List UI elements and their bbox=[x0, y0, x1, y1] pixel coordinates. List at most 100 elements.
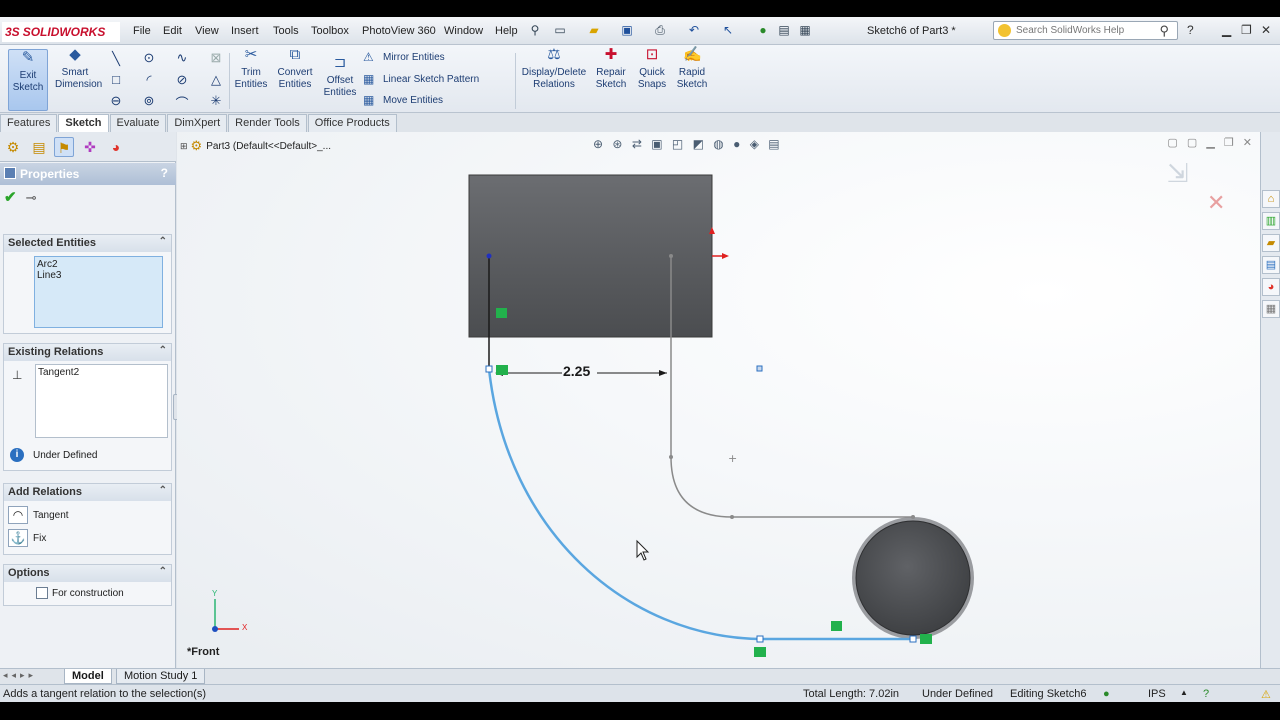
sketch-point-icon[interactable]: ✳ bbox=[207, 93, 225, 109]
pushpin-icon[interactable]: ⊸ bbox=[26, 190, 37, 205]
properties-help-button[interactable]: ? bbox=[161, 166, 168, 180]
sketch-point-selected[interactable] bbox=[756, 635, 764, 643]
offset-entities-button[interactable]: ⊐ Offset Entities bbox=[321, 55, 359, 99]
sketch-point[interactable] bbox=[486, 253, 492, 259]
selected-entities-header[interactable]: Selected Entities ⌃ bbox=[4, 235, 171, 252]
selected-entities-list[interactable]: Arc2 Line3 bbox=[34, 256, 163, 328]
open-folder-icon[interactable]: ▰ bbox=[586, 23, 602, 39]
construction-grid-icon[interactable]: ⊠ bbox=[207, 50, 225, 66]
sketch-point[interactable] bbox=[669, 455, 673, 459]
repair-sketch-button[interactable]: ✚ Repair Sketch bbox=[593, 47, 629, 91]
menu-file[interactable]: File bbox=[133, 25, 151, 37]
slot-tool-icon[interactable]: ⊖ bbox=[107, 93, 125, 109]
confirmation-ok-icon[interactable]: ⇲ bbox=[1167, 159, 1189, 189]
options-icon[interactable]: ▦ bbox=[797, 23, 813, 39]
custom-properties-icon[interactable]: ▦ bbox=[1262, 300, 1280, 318]
units-dropdown-icon[interactable]: ▲ bbox=[1180, 688, 1188, 697]
graphics-area[interactable]: ⊞ ⚙ Part3 (Default<<Default>_... ⊕ ⊛ ⇄ ▣… bbox=[177, 132, 1260, 668]
for-construction-option[interactable]: For construction bbox=[36, 587, 124, 599]
display-delete-relations-button[interactable]: ⚖ Display/Delete Relations bbox=[519, 47, 589, 91]
rebuild-status-icon[interactable]: ● bbox=[1103, 688, 1110, 700]
solid-disc-body[interactable] bbox=[855, 520, 971, 636]
fillet-tool-icon[interactable]: ⌒ bbox=[173, 93, 191, 112]
tab-model[interactable]: Model bbox=[64, 669, 112, 684]
tab-render-tools[interactable]: Render Tools bbox=[228, 114, 307, 132]
dimension-value[interactable]: 2.25 bbox=[563, 363, 590, 379]
tab-evaluate[interactable]: Evaluate bbox=[109, 114, 167, 132]
sketch-point-selected[interactable] bbox=[485, 365, 493, 373]
point-tool-icon[interactable]: ⊚ bbox=[140, 93, 158, 109]
menu-photoview[interactable]: PhotoView 360 bbox=[362, 25, 436, 37]
confirmation-cancel-icon[interactable]: ✕ bbox=[1207, 191, 1225, 216]
property-manager-icon[interactable]: ▤ bbox=[29, 137, 49, 157]
file-properties-icon[interactable]: ▤ bbox=[776, 23, 792, 39]
quick-tips-icon[interactable]: ? bbox=[1203, 688, 1209, 700]
select-arrow-icon[interactable]: ↖ bbox=[720, 23, 736, 39]
help-search-input[interactable]: Search SolidWorks Help ⚲ bbox=[993, 21, 1178, 40]
rectangle-tool-icon[interactable]: □ bbox=[107, 72, 125, 87]
tab-dimxpert[interactable]: DimXpert bbox=[167, 114, 228, 132]
menu-view[interactable]: View bbox=[195, 25, 219, 37]
minimize-icon[interactable]: ▁ bbox=[1222, 23, 1231, 37]
rapid-sketch-button[interactable]: ✍ Rapid Sketch bbox=[674, 47, 710, 91]
list-item[interactable]: Line3 bbox=[37, 270, 160, 281]
display-manager-icon[interactable]: ◕ bbox=[106, 137, 126, 157]
coincident-relation-icon[interactable] bbox=[920, 634, 932, 644]
smart-dimension-button[interactable]: ◆ Smart Dimension bbox=[55, 47, 102, 91]
pin-icon[interactable]: ⚲ bbox=[527, 23, 543, 39]
move-entities-button[interactable]: ▦ Move Entities bbox=[363, 92, 443, 108]
print-icon[interactable]: ⎙ bbox=[652, 23, 668, 39]
add-fix-relation[interactable]: ⚓ Fix bbox=[8, 529, 46, 547]
sketch-canvas[interactable]: + ⇲ ✕ bbox=[177, 132, 1260, 668]
save-icon[interactable]: ▣ bbox=[619, 23, 635, 39]
vertical-relation-icon[interactable] bbox=[496, 308, 507, 318]
home-icon[interactable]: ⌂ bbox=[1262, 190, 1280, 208]
rebuild-icon[interactable]: ● bbox=[755, 23, 771, 39]
sketch-point[interactable] bbox=[669, 254, 673, 258]
restore-icon[interactable]: ❐ bbox=[1241, 23, 1252, 37]
tab-sketch[interactable]: Sketch bbox=[58, 114, 109, 132]
spline-tool-icon[interactable]: ∿ bbox=[173, 50, 191, 66]
menu-insert[interactable]: Insert bbox=[231, 25, 259, 37]
collapse-icon[interactable]: ⌃ bbox=[159, 236, 167, 247]
exit-sketch-button[interactable]: ✎ Exit Sketch bbox=[8, 49, 48, 111]
sketch-point[interactable] bbox=[911, 515, 915, 519]
add-tangent-relation[interactable]: ◠ Tangent bbox=[8, 506, 69, 524]
collapse-icon[interactable]: ⌃ bbox=[159, 566, 167, 577]
close-icon[interactable]: ✕ bbox=[1261, 23, 1271, 37]
tab-scroll-arrows-icon[interactable]: ◂◂▸▸ bbox=[3, 670, 37, 681]
search-icon[interactable]: ⚲ bbox=[1159, 23, 1169, 39]
for-construction-checkbox[interactable] bbox=[36, 587, 48, 599]
menu-edit[interactable]: Edit bbox=[163, 25, 182, 37]
appearances-icon[interactable]: ◕ bbox=[1262, 278, 1280, 296]
selected-arc-and-line[interactable] bbox=[487, 368, 913, 641]
tab-motion-study[interactable]: Motion Study 1 bbox=[116, 669, 206, 684]
list-item[interactable]: Tangent2 bbox=[38, 367, 165, 378]
line-tool-icon[interactable]: ╲ bbox=[107, 51, 125, 67]
dimxpert-manager-icon[interactable]: ✜ bbox=[80, 137, 100, 157]
design-library-icon[interactable]: ▥ bbox=[1262, 212, 1280, 230]
menu-tools[interactable]: Tools bbox=[273, 25, 299, 37]
new-document-icon[interactable]: ▭ bbox=[552, 23, 568, 39]
arc-center-point[interactable] bbox=[756, 365, 763, 372]
linear-pattern-button[interactable]: ▦ Linear Sketch Pattern bbox=[363, 71, 479, 87]
quick-snaps-button[interactable]: ⊡ Quick Snaps bbox=[634, 47, 670, 91]
tab-office-products[interactable]: Office Products bbox=[307, 114, 397, 132]
view-palette-icon[interactable]: ▤ bbox=[1262, 256, 1280, 274]
help-question-icon[interactable]: ? bbox=[1187, 23, 1194, 37]
arc-tool-icon[interactable]: ◜ bbox=[140, 72, 158, 88]
status-units[interactable]: IPS bbox=[1148, 688, 1166, 700]
polygon-tool-icon[interactable]: △ bbox=[207, 72, 225, 88]
sketch-point-selected[interactable] bbox=[909, 635, 917, 643]
add-relations-header[interactable]: Add Relations ⌃ bbox=[4, 484, 171, 501]
tab-features[interactable]: Features bbox=[0, 114, 58, 132]
circle-tool-icon[interactable]: ⊙ bbox=[140, 50, 158, 66]
menu-help[interactable]: Help bbox=[495, 25, 518, 37]
tangent-relation-icon[interactable] bbox=[754, 647, 766, 657]
ellipse-tool-icon[interactable]: ⊘ bbox=[173, 72, 191, 88]
collapse-icon[interactable]: ⌃ bbox=[159, 485, 167, 496]
ok-checkmark-icon[interactable]: ✔ bbox=[4, 189, 17, 206]
existing-relations-list[interactable]: Tangent2 bbox=[35, 364, 168, 438]
menu-window[interactable]: Window bbox=[444, 25, 483, 37]
horizontal-relation-icon[interactable] bbox=[831, 621, 842, 631]
